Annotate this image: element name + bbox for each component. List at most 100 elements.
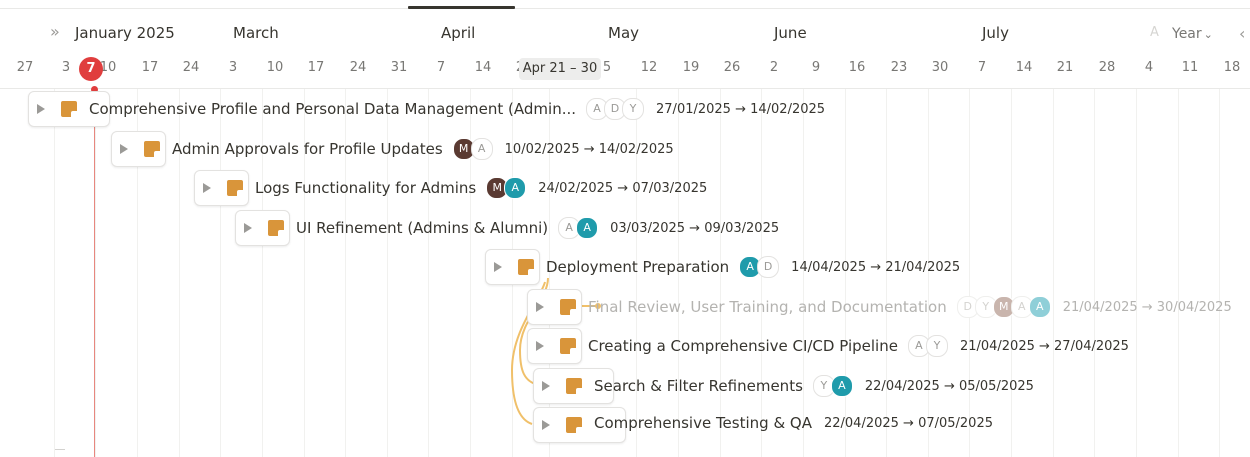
assignee-avatars: AY [907, 335, 948, 357]
page-icon [560, 299, 576, 315]
task-title[interactable]: Deployment Preparation [546, 258, 729, 276]
task-bar[interactable] [485, 249, 540, 285]
day-label: 7 [977, 60, 987, 75]
day-label: 14 [1015, 60, 1033, 75]
page-icon [566, 378, 582, 394]
grid-line [969, 89, 970, 457]
expand-triangle-icon[interactable] [203, 183, 211, 193]
grid-line [95, 89, 96, 457]
task-date-range: 14/04/2025 → 21/04/2025 [791, 259, 961, 275]
day-label: 19 [682, 60, 700, 75]
avatar[interactable]: A [830, 375, 853, 397]
task-date-range: 22/04/2025 → 05/05/2025 [864, 378, 1034, 394]
assignee-avatars: AD [739, 256, 780, 278]
task-date-range: 27/01/2025 → 14/02/2025 [656, 101, 826, 117]
task-date-range: 10/02/2025 → 14/02/2025 [504, 141, 674, 157]
task-label-row[interactable]: Admin Approvals for Profile Updates M A 10/… [172, 138, 674, 160]
page-icon [560, 338, 576, 354]
task-label-row[interactable]: Deployment Preparation A D 14/04/2025 → 21/… [546, 256, 960, 278]
grid-line [1011, 89, 1012, 457]
grid-line [1136, 89, 1137, 457]
day-label: 5 [602, 60, 612, 75]
day-label: 17 [141, 60, 159, 75]
left-stub [55, 449, 65, 450]
day-label: 14 [474, 60, 492, 75]
day-label: 2 [769, 60, 779, 75]
page-icon [227, 180, 243, 196]
month-label: May [608, 24, 640, 42]
assignee-avatars: MA [486, 177, 527, 199]
avatar[interactable]: A [1028, 296, 1051, 318]
task-label-row[interactable]: Comprehensive Testing & QA 22/04/2025 → 0… [594, 414, 993, 432]
task-title[interactable]: Creating a Comprehensive CI/CD Pipeline [588, 337, 898, 355]
avatar[interactable]: A [470, 138, 493, 160]
avatar[interactable]: Y [925, 335, 948, 357]
task-title[interactable]: Comprehensive Profile and Personal Data … [89, 100, 576, 118]
chevron-left-icon[interactable]: ‹ [1239, 24, 1245, 43]
day-label: 17 [307, 60, 325, 75]
task-bar[interactable] [235, 210, 290, 246]
task-title[interactable]: Admin Approvals for Profile Updates [172, 140, 443, 158]
avatar[interactable]: A [576, 217, 599, 239]
day-label: 26 [723, 60, 741, 75]
task-date-range: 24/02/2025 → 07/03/2025 [538, 180, 708, 196]
assignee-avatars: DYMAA [956, 296, 1051, 318]
expand-triangle-icon[interactable] [542, 381, 550, 391]
task-label-row[interactable]: Search & Filter Refinements Y A 22/04/2025 … [594, 375, 1034, 397]
expand-triangle-icon[interactable] [120, 144, 128, 154]
month-label: January 2025 [75, 24, 175, 42]
task-bar[interactable] [527, 289, 582, 325]
day-label: 3 [228, 60, 238, 75]
month-label: June [774, 24, 807, 42]
day-label: 23 [890, 60, 908, 75]
task-bar[interactable] [194, 170, 249, 206]
day-label: 24 [349, 60, 367, 75]
avatar[interactable]: D [757, 256, 780, 278]
task-label-row[interactable]: UI Refinement (Admins & Alumni) A A 03/03/2… [296, 217, 779, 239]
avatar[interactable]: A [504, 177, 527, 199]
page-icon [518, 259, 534, 275]
day-label: 4 [1144, 60, 1154, 75]
task-bar[interactable] [111, 131, 166, 167]
task-date-range: 21/04/2025 → 27/04/2025 [959, 338, 1129, 354]
expand-triangle-icon[interactable] [536, 302, 544, 312]
task-date-range: 21/04/2025 → 30/04/2025 [1062, 299, 1232, 315]
header-divider [0, 88, 1250, 89]
month-label: April [441, 24, 476, 42]
task-title[interactable]: Final Review, User Training, and Documen… [588, 298, 947, 316]
day-label: 31 [390, 60, 408, 75]
assignee-avatars: ADY [586, 98, 645, 120]
task-label-row[interactable]: Final Review, User Training, and Documen… [588, 296, 1232, 318]
task-label-row[interactable]: Comprehensive Profile and Personal Data … [89, 98, 825, 120]
view-scale-select[interactable]: Year ⌄ [1172, 26, 1213, 42]
day-label: 24 [182, 60, 200, 75]
assignee-avatars: MA [452, 138, 493, 160]
task-title[interactable]: Logs Functionality for Admins [255, 179, 476, 197]
expand-triangle-icon[interactable] [542, 420, 550, 430]
expand-triangle-icon[interactable] [536, 341, 544, 351]
task-date-range: 03/03/2025 → 09/03/2025 [610, 220, 780, 236]
view-scale-label: Year [1172, 26, 1202, 42]
chevron-down-icon: ⌄ [1203, 28, 1213, 41]
page-icon [268, 220, 284, 236]
day-label: 27 [16, 60, 34, 75]
task-title[interactable]: UI Refinement (Admins & Alumni) [296, 219, 548, 237]
expand-triangle-icon[interactable] [37, 104, 45, 114]
assignee-avatars: YA [812, 375, 853, 397]
today-marker[interactable]: 7 [79, 57, 103, 81]
task-date-range: 22/04/2025 → 07/05/2025 [823, 415, 993, 431]
avatar[interactable]: Y [622, 98, 645, 120]
current-range-pill: Apr 21 – 30 [519, 58, 601, 80]
task-label-row[interactable]: Creating a Comprehensive CI/CD Pipeline A… [588, 335, 1129, 357]
task-title[interactable]: Search & Filter Refinements [594, 377, 803, 395]
grid-line [54, 89, 55, 457]
task-bar[interactable] [527, 328, 582, 364]
today-line [94, 88, 95, 457]
month-label: July [982, 24, 1009, 42]
task-label-row[interactable]: Logs Functionality for Admins M A 24/02/202… [255, 177, 707, 199]
expand-triangle-icon[interactable] [244, 223, 252, 233]
top-divider [0, 8, 1250, 9]
task-title[interactable]: Comprehensive Testing & QA [594, 414, 812, 432]
day-label: 12 [640, 60, 658, 75]
expand-triangle-icon[interactable] [494, 262, 502, 272]
